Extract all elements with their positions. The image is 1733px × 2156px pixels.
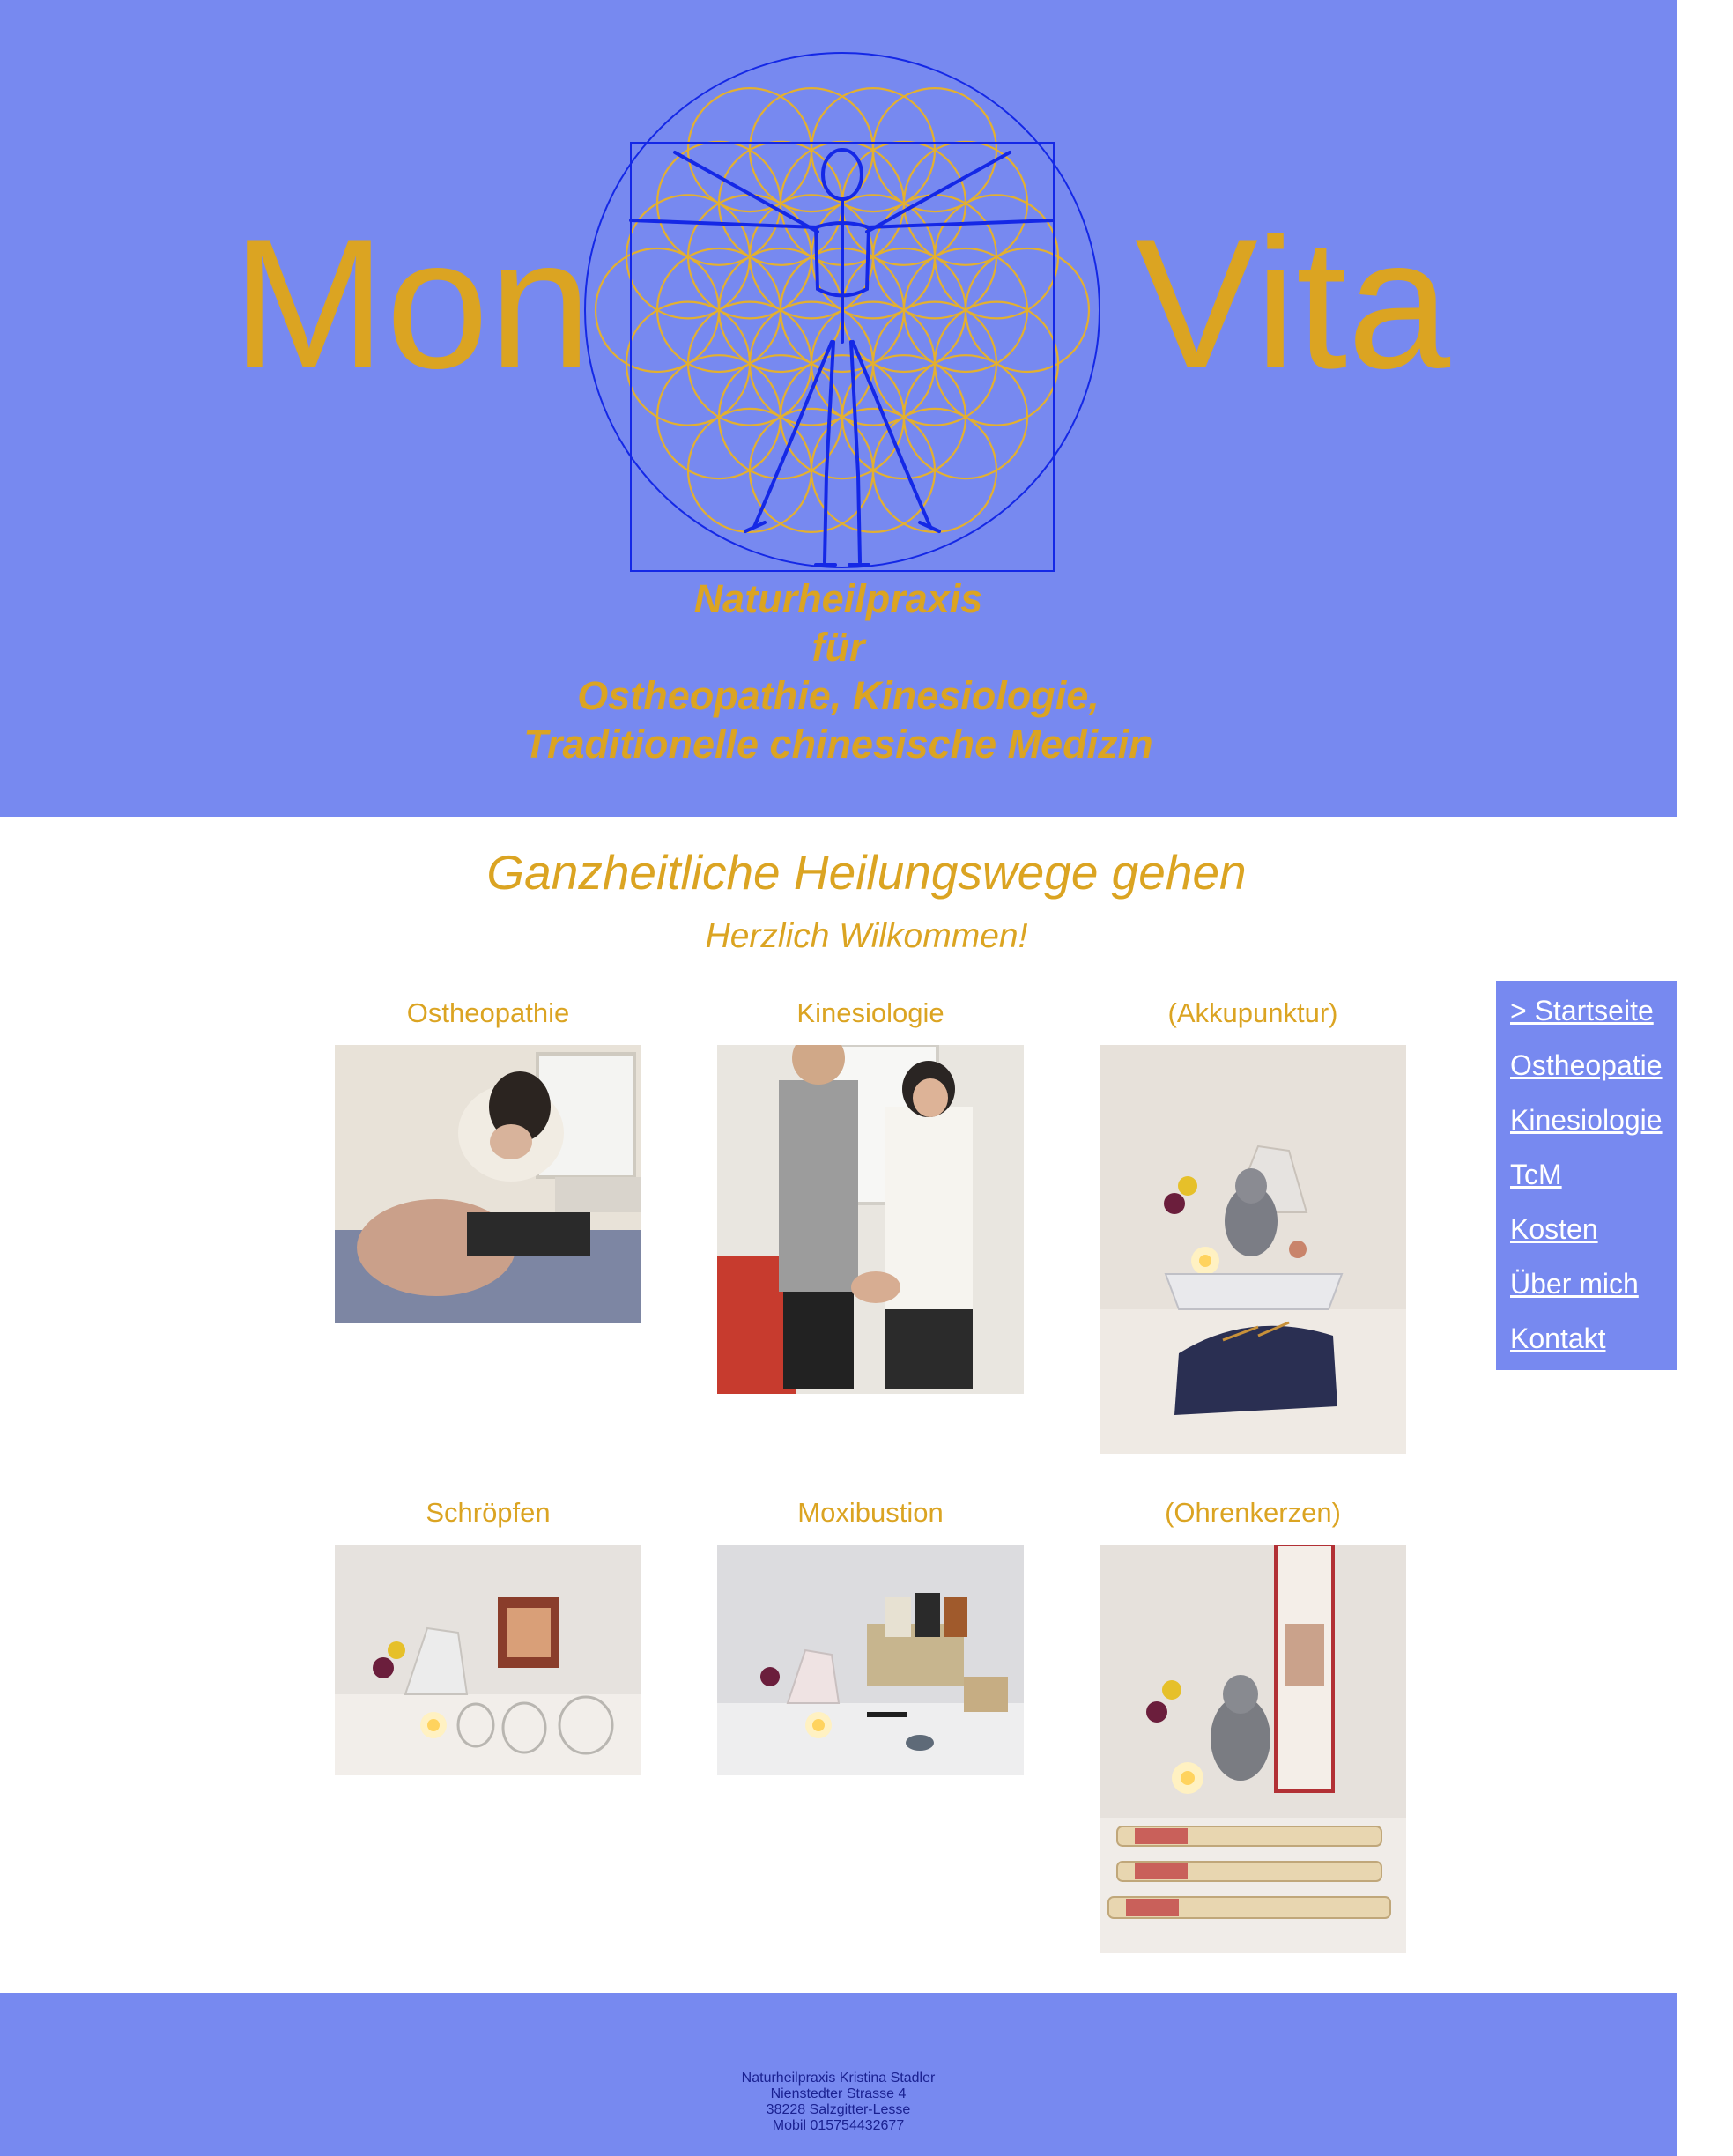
side-navigation: > Startseite Ostheopatie Kinesiologie Tc… [1496, 981, 1677, 1370]
tagline-line: Ostheopathie, Kinesiologie, [577, 673, 1100, 718]
footer-line: Nienstedter Strasse 4 [770, 2086, 907, 2101]
footer-line: Mobil 015754432677 [772, 2118, 905, 2133]
service-title: (Akkupunktur) [1167, 997, 1338, 1028]
footer-line: Naturheilpraxis Kristina Stadler [741, 2071, 936, 2086]
footer-address: Naturheilpraxis Kristina Stadler Nienste… [0, 2071, 1677, 2134]
footer-line: 38228 Salzgitter-Lesse [766, 2102, 911, 2117]
service-title: Schröpfen [426, 1497, 551, 1528]
vitruvian-flower-of-life-logo [584, 52, 1100, 572]
service-title: Ostheopathie [406, 997, 570, 1028]
tagline-line: Naturheilpraxis [693, 576, 983, 621]
nav-kontakt-link[interactable]: Kontakt [1510, 1321, 1606, 1356]
nav-ueber-mich-link[interactable]: Über mich [1510, 1266, 1639, 1301]
akkupunktur-photo[interactable] [1100, 1045, 1406, 1454]
site-footer: Naturheilpraxis Kristina Stadler Nienste… [0, 1993, 1677, 2156]
nav-ostheopatie-link[interactable]: Ostheopatie [1510, 1048, 1663, 1083]
service-moxibustion: Moxibustion [717, 1495, 1024, 1775]
service-title: Moxibustion [797, 1497, 944, 1528]
service-schroepfen: Schröpfen [335, 1495, 641, 1775]
tagline: Naturheilpraxis für Ostheopathie, Kinesi… [0, 574, 1677, 768]
moxibustion-photo[interactable] [717, 1545, 1024, 1775]
nav-tcm-link[interactable]: TcM [1510, 1157, 1562, 1192]
nav-kosten-link[interactable]: Kosten [1510, 1211, 1598, 1247]
brand-word-right: Vita [1135, 200, 1451, 407]
brand-word-left: Mon [232, 200, 592, 407]
ohrenkerzen-photo[interactable] [1100, 1545, 1406, 1953]
service-title: (Ohrenkerzen) [1165, 1497, 1341, 1528]
service-kinesiologie: Kinesiologie [717, 996, 1024, 1394]
service-ostheopathie: Ostheopathie [335, 996, 641, 1323]
nav-startseite-link[interactable]: > Startseite [1510, 993, 1654, 1028]
schroepfen-photo[interactable] [335, 1545, 641, 1775]
kinesiologie-photo[interactable] [717, 1045, 1024, 1394]
service-akkupunktur: (Akkupunktur) [1100, 996, 1406, 1454]
service-ohrenkerzen: (Ohrenkerzen) [1100, 1495, 1406, 1953]
page-heading: Ganzheitliche Heilungswege gehen [486, 845, 1247, 900]
tagline-line: Traditionelle chinesische Medizin [523, 722, 1153, 767]
vitruvian-figure [629, 148, 1055, 567]
nav-kinesiologie-link[interactable]: Kinesiologie [1510, 1102, 1663, 1137]
site-header: Mon Vita Naturheilpraxis für Ostheopathi… [0, 0, 1677, 817]
tagline-line: für [811, 625, 865, 670]
service-title: Kinesiologie [796, 997, 944, 1028]
welcome-subheading: Herzlich Wilkommen! [705, 917, 1028, 955]
ostheopathie-photo[interactable] [335, 1045, 641, 1323]
